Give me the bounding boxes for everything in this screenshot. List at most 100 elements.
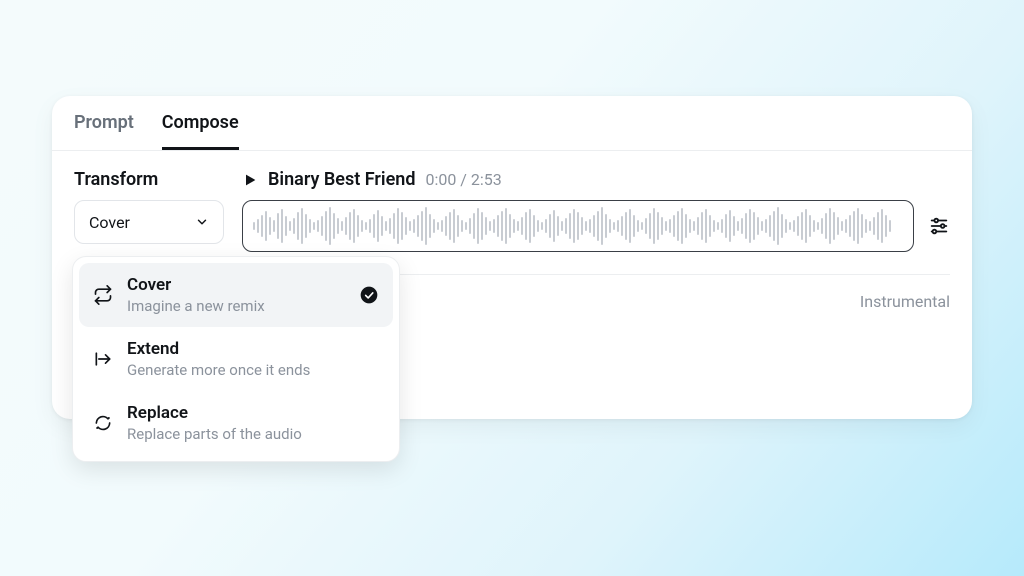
waveform-bar [341,221,343,231]
track-time: 0:00 / 2:53 [425,170,501,189]
waveform-bar [789,222,791,230]
waveform-bar [857,208,859,244]
waveform-bar [877,212,879,240]
waveform-bar [569,213,571,239]
waveform[interactable] [242,200,914,252]
waveform-bar [837,217,839,235]
waveform-bar [721,219,723,233]
waveform-bar [729,210,731,242]
waveform-bar [269,217,271,235]
waveform-bar [773,211,775,241]
waveform-bar [525,212,527,240]
waveform-bar [793,220,795,232]
waveform-bar [681,208,683,244]
checkmark-icon [359,285,379,305]
waveform-bar [309,219,311,233]
dropdown-item-cover[interactable]: Cover Imagine a new remix [79,263,393,327]
dropdown-item-replace[interactable]: Replace Replace parts of the audio [79,391,393,455]
tab-prompt[interactable]: Prompt [74,112,134,150]
tab-bar: Prompt Compose [52,96,972,151]
waveform-bar [465,222,467,230]
waveform-bar [785,219,787,233]
waveform-bar [461,220,463,232]
waveform-bar [733,216,735,236]
waveform-bar [469,218,471,234]
waveform-bar [565,218,567,234]
waveform-bar [889,220,891,232]
waveform-bar [809,215,811,237]
waveform-bar [629,209,631,243]
waveform-bar [497,215,499,237]
waveform-bar [757,217,759,235]
waveform-bar [405,217,407,235]
dropdown-item-title: Cover [127,275,345,295]
waveform-bar [273,220,275,232]
waveform-bar [617,220,619,232]
waveform-bar [521,217,523,235]
waveform-bar [885,215,887,237]
waveform-bar [293,218,295,234]
waveform-bar [457,215,459,237]
transform-label: Transform [74,169,224,190]
waveform-bar [633,215,635,237]
waveform-bar [489,221,491,231]
waveform-bar [849,215,851,237]
waveform-bar [585,221,587,231]
waveform-bar [601,207,603,245]
waveform-bar [421,211,423,241]
waveform-bar [381,216,383,236]
waveform-bar [357,215,359,237]
tab-compose[interactable]: Compose [162,112,239,150]
waveform-bar [777,207,779,245]
dropdown-item-desc: Replace parts of the audio [127,425,379,443]
waveform-bar [397,208,399,244]
track-title: Binary Best Friend [268,169,415,190]
waveform-bar [813,220,815,232]
waveform-bar [861,214,863,238]
waveform-bar [821,218,823,234]
waveform-bar [337,218,339,234]
waveform-bar [485,217,487,235]
waveform-bar [285,216,287,236]
waveform-bar [581,217,583,235]
waveform-bar [693,221,695,231]
waveform-bar [509,214,511,238]
waveform-bar [781,214,783,238]
waveform-bar [537,220,539,232]
remix-icon [93,285,113,305]
dropdown-item-desc: Imagine a new remix [127,297,345,315]
transform-select[interactable]: Cover [74,200,224,244]
waveform-bar [353,209,355,243]
waveform-bar [277,213,279,239]
waveform-bar [301,208,303,244]
waveform-bar [805,209,807,243]
dropdown-item-extend[interactable]: Extend Generate more once it ends [79,327,393,391]
transform-select-value: Cover [89,213,130,232]
waveform-bar [493,219,495,233]
dropdown-item-title: Replace [127,403,379,423]
waveform-bar [597,211,599,241]
waveform-bar [417,215,419,237]
waveform-bar [481,212,483,240]
waveform-bar [717,222,719,230]
waveform-bar [697,217,699,235]
sliders-icon[interactable] [928,215,950,237]
waveform-bar [333,213,335,239]
play-icon[interactable] [242,172,258,188]
waveform-bar [817,222,819,230]
compose-panel: Prompt Compose Transform Cover Binary Be… [52,96,972,419]
waveform-bar [557,216,559,236]
waveform-bar [829,208,831,244]
waveform-bar [477,208,479,244]
track-header: Binary Best Friend 0:00 / 2:53 [242,169,950,190]
waveform-bar [401,212,403,240]
waveform-bar [545,219,547,233]
waveform-bar [665,221,667,231]
waveform-bar [833,212,835,240]
waveform-bar [501,211,503,241]
waveform-bar [873,217,875,235]
chevron-down-icon [195,215,209,229]
waveform-bar [305,214,307,238]
waveform-bar [577,212,579,240]
waveform-bar [533,215,535,237]
